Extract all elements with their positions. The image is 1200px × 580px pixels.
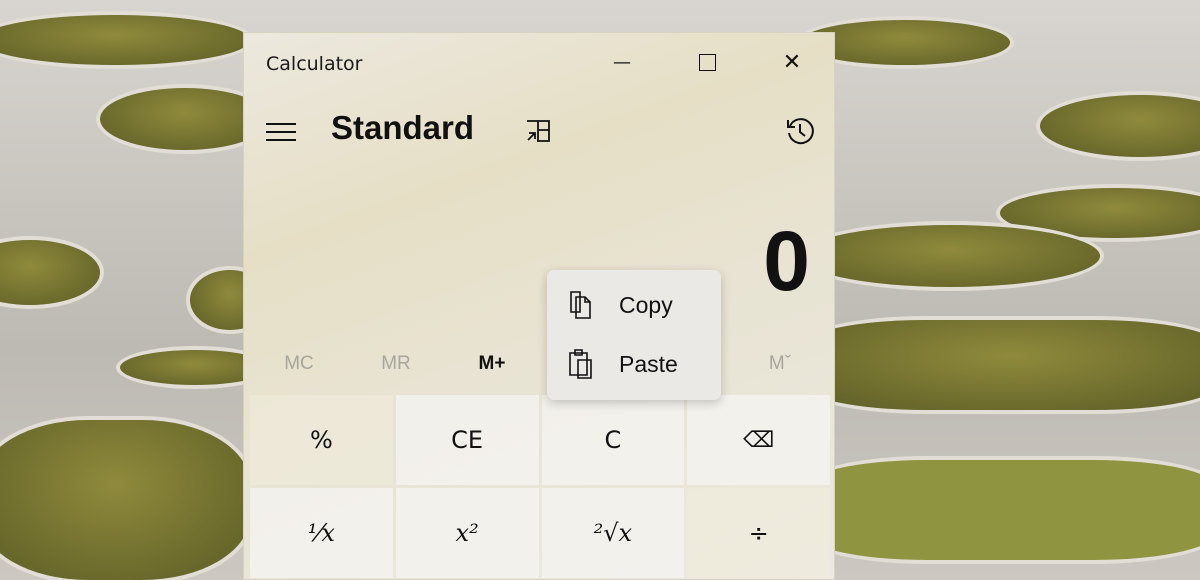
mode-title: Standard — [331, 109, 475, 146]
memory-add-button[interactable]: M+ — [442, 353, 542, 383]
wallpaper-pool — [0, 240, 100, 305]
backspace-icon: ⌫ — [743, 427, 775, 453]
close-icon: ✕ — [782, 49, 802, 75]
history-icon — [787, 118, 814, 145]
percent-key[interactable]: % — [250, 395, 393, 485]
wallpaper-pool — [0, 15, 250, 65]
square-root-key[interactable]: ²√x — [541, 488, 685, 578]
context-menu: Copy Paste — [547, 270, 721, 400]
memory-recall-button[interactable]: MR — [346, 353, 446, 383]
paste-label: Paste — [619, 350, 678, 377]
copy-menu-item[interactable]: Copy — [547, 276, 721, 334]
menu-icon — [266, 123, 296, 141]
hamburger-menu-button[interactable] — [266, 123, 296, 147]
paste-menu-item[interactable]: Paste — [547, 335, 721, 393]
calculator-window: Calculator — ✕ Standard 0 MC MR M+ Mˇ % … — [243, 32, 835, 580]
maximize-icon — [698, 53, 716, 71]
paste-icon — [567, 348, 599, 380]
backspace-key[interactable]: ⌫ — [687, 395, 830, 485]
wallpaper-pool — [800, 460, 1200, 560]
wallpaper-pool — [0, 420, 250, 580]
memory-list-button[interactable]: Mˇ — [730, 353, 830, 383]
divide-key[interactable]: ÷ — [687, 488, 830, 578]
keep-on-top-icon — [527, 120, 550, 142]
maximize-button[interactable] — [687, 47, 727, 77]
memory-clear-button[interactable]: MC — [249, 353, 349, 383]
wallpaper-pool — [800, 320, 1200, 410]
square-key[interactable]: x² — [395, 488, 539, 578]
wallpaper-pool — [1040, 95, 1200, 157]
history-button[interactable] — [784, 115, 816, 151]
display-value: 0 — [763, 214, 810, 308]
wallpaper-pool — [800, 225, 1100, 287]
copy-label: Copy — [619, 291, 673, 318]
clear-entry-key[interactable]: CE — [395, 395, 539, 485]
clear-key[interactable]: C — [541, 395, 685, 485]
keep-on-top-button[interactable] — [524, 117, 552, 149]
minimize-icon: — — [613, 51, 631, 73]
close-button[interactable]: ✕ — [772, 47, 812, 77]
minimize-button[interactable]: — — [602, 47, 642, 77]
reciprocal-key[interactable]: ¹⁄x — [250, 488, 393, 578]
copy-icon — [567, 290, 599, 320]
window-title: Calculator — [266, 53, 363, 75]
